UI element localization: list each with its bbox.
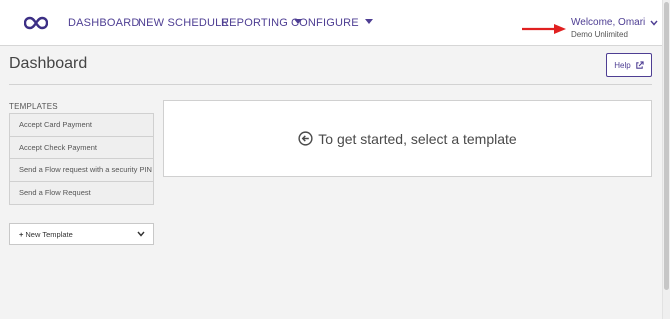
plus-icon: + [19, 229, 24, 239]
nav-reporting-label: REPORTING [221, 17, 288, 29]
user-menu[interactable]: Welcome, Omari [571, 17, 658, 28]
organization-name: Demo Unlimited [571, 30, 628, 39]
vertical-scrollbar[interactable] [662, 0, 670, 319]
template-item-send-flow-request[interactable]: Send a Flow Request [10, 182, 153, 205]
nav-dashboard[interactable]: DASHBOARD [68, 17, 139, 29]
top-navigation-bar: DASHBOARD NEW SCHEDULE REPORTING CONFIGU… [0, 0, 662, 46]
infinity-logo-icon[interactable] [24, 16, 48, 30]
templates-heading: TEMPLATES [9, 102, 58, 111]
get-started-text: To get started, select a template [318, 130, 517, 147]
template-item-flow-request-security-pin[interactable]: Send a Flow request with a security PIN [10, 159, 153, 182]
template-item-accept-check-payment[interactable]: Accept Check Payment [10, 137, 153, 159]
template-item-accept-card-payment[interactable]: Accept Card Payment [10, 114, 153, 137]
nav-reporting[interactable]: REPORTING [221, 17, 302, 29]
caret-down-icon [364, 19, 373, 24]
chevron-down-icon [650, 20, 658, 26]
nav-configure-label: CONFIGURE [291, 17, 359, 29]
arrow-left-circle-icon [298, 131, 313, 146]
external-link-icon [635, 60, 644, 69]
help-button[interactable]: Help [606, 53, 652, 77]
nav-new-schedule[interactable]: NEW SCHEDULE [138, 17, 229, 29]
get-started-message: To get started, select a template [298, 130, 517, 147]
page-title: Dashboard [9, 55, 88, 72]
scrollbar-thumb[interactable] [664, 2, 669, 290]
new-template-dropdown[interactable]: + New Template [9, 223, 154, 245]
template-prompt-panel: To get started, select a template [163, 100, 652, 177]
template-list: Accept Card Payment Accept Check Payment… [9, 113, 154, 205]
header-divider [9, 84, 652, 85]
nav-configure[interactable]: CONFIGURE [291, 17, 373, 29]
red-pointer-arrow-icon [522, 24, 566, 34]
chevron-down-icon [137, 231, 145, 237]
new-template-label: New Template [25, 229, 73, 239]
help-button-label: Help [614, 60, 631, 70]
welcome-text: Welcome, Omari [571, 17, 646, 28]
